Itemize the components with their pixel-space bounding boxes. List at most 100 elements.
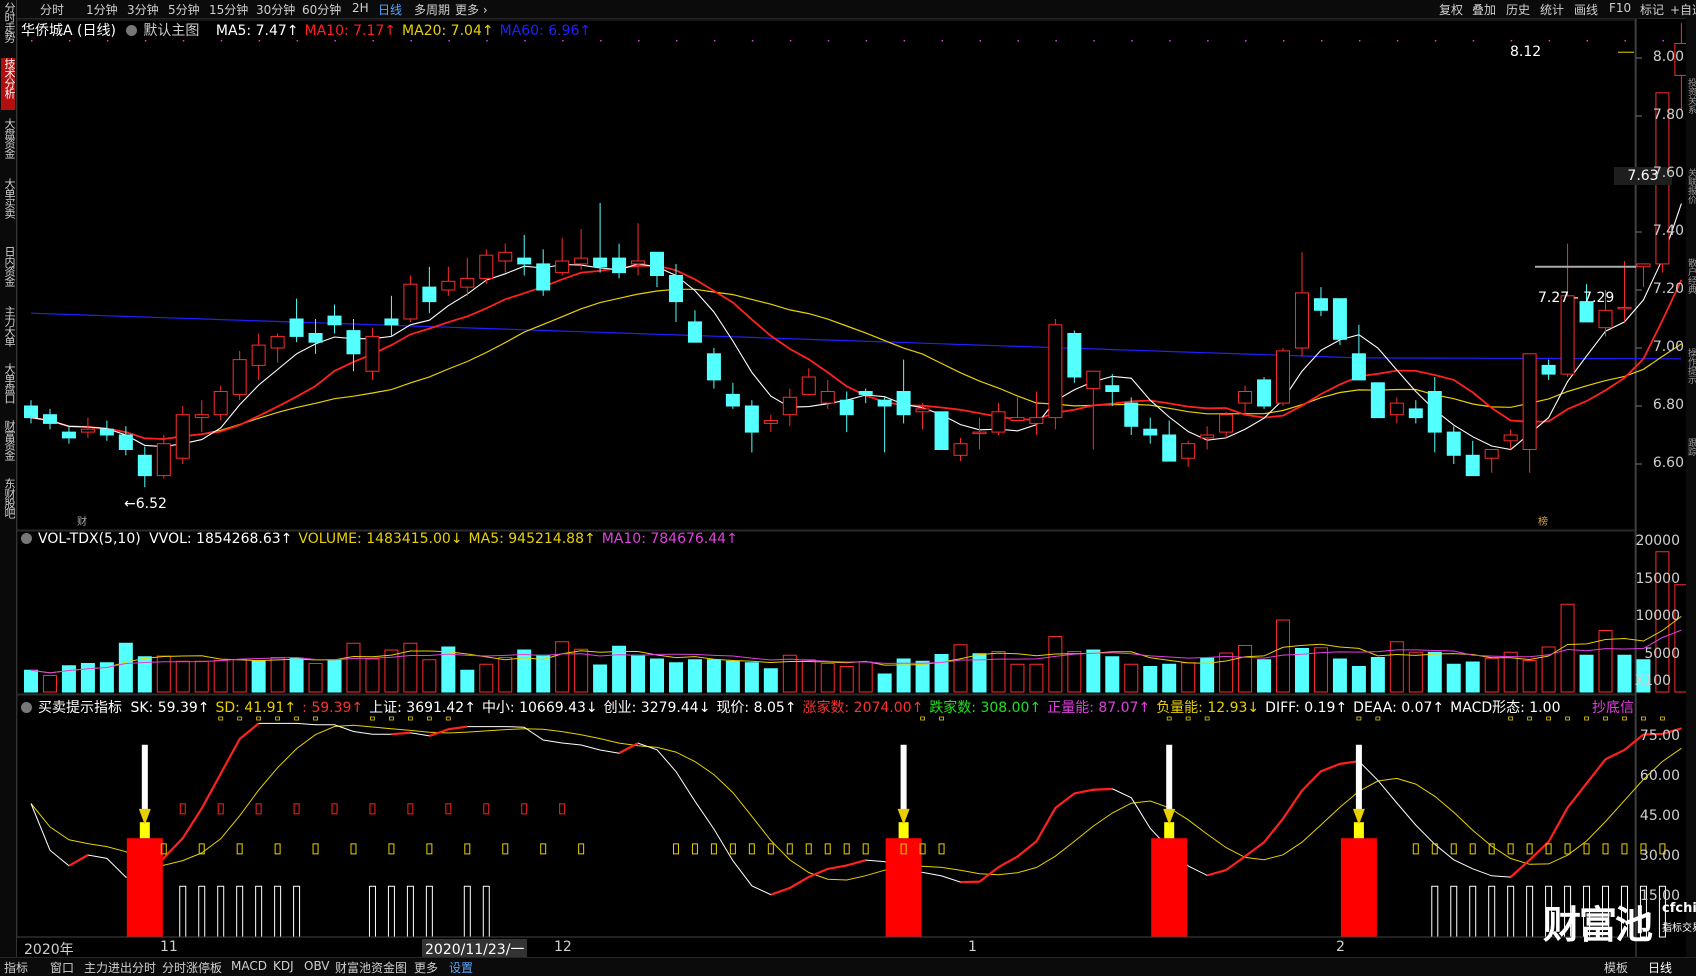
candle-body[interactable] bbox=[1618, 307, 1631, 309]
candle-body[interactable] bbox=[916, 409, 929, 412]
candle-body[interactable] bbox=[651, 252, 664, 275]
bottom-tab-1[interactable]: 窗口 bbox=[50, 959, 74, 976]
timeframe-label[interactable]: 日线 bbox=[1648, 959, 1672, 976]
candle-body[interactable] bbox=[1220, 415, 1233, 432]
candle-body[interactable] bbox=[442, 281, 455, 290]
candle-body[interactable] bbox=[138, 455, 151, 475]
candle-body[interactable] bbox=[1390, 403, 1403, 415]
bottom-tab-4[interactable]: MACD bbox=[231, 959, 267, 973]
left-tab-5[interactable]: 主力大单 bbox=[1, 306, 15, 358]
candle-body[interactable] bbox=[347, 331, 360, 354]
candle-body[interactable] bbox=[1239, 392, 1252, 404]
candle-body[interactable] bbox=[1561, 296, 1574, 374]
candle-body[interactable] bbox=[100, 429, 113, 435]
candle-body[interactable] bbox=[176, 415, 189, 459]
candle-body[interactable] bbox=[43, 415, 56, 424]
candle-body[interactable] bbox=[404, 284, 417, 319]
bottom-tab-0[interactable]: 指标 bbox=[4, 959, 28, 976]
candle-body[interactable] bbox=[935, 412, 948, 450]
bottom-tab-3[interactable]: 分时涨停板 bbox=[162, 959, 222, 976]
candle-body[interactable] bbox=[575, 258, 588, 264]
candle-body[interactable] bbox=[992, 412, 1005, 432]
candle-body[interactable] bbox=[1466, 455, 1479, 475]
candle-body[interactable] bbox=[1504, 435, 1517, 441]
period-tab-0[interactable]: 分时 bbox=[40, 1, 64, 18]
right-tab-4[interactable]: 跟踪 bbox=[1686, 438, 1696, 518]
template-button[interactable]: 模板 bbox=[1604, 959, 1628, 976]
candle-body[interactable] bbox=[821, 392, 834, 404]
right-tab-2[interactable]: 散户经典 bbox=[1686, 258, 1696, 338]
candle-body[interactable] bbox=[62, 432, 75, 438]
toolbar-btn-7[interactable]: +自选 bbox=[1670, 1, 1696, 18]
candle-body[interactable] bbox=[328, 316, 341, 325]
candle-body[interactable] bbox=[461, 278, 474, 287]
bottom-tab-7[interactable]: 财富池资金图 bbox=[335, 959, 407, 976]
period-tab-10[interactable]: 更多 › bbox=[455, 1, 488, 18]
bottom-tab-2[interactable]: 主力进出分时 bbox=[84, 959, 156, 976]
candle-body[interactable] bbox=[290, 319, 303, 336]
candle-body[interactable] bbox=[157, 444, 170, 476]
bottom-tab-8[interactable]: 更多 bbox=[414, 959, 438, 976]
candle-body[interactable] bbox=[518, 258, 531, 264]
candle-body[interactable] bbox=[840, 400, 853, 415]
candle-body[interactable] bbox=[613, 258, 626, 273]
cai-marker[interactable]: 财 bbox=[77, 513, 87, 528]
candle-body[interactable] bbox=[954, 444, 967, 456]
signal-block[interactable] bbox=[127, 838, 163, 937]
candle-body[interactable] bbox=[233, 360, 246, 395]
left-tab-6[interactable]: 大单盘口 bbox=[1, 363, 15, 415]
left-tab-1[interactable]: 技术分析 bbox=[1, 58, 15, 110]
candle-body[interactable] bbox=[271, 336, 284, 348]
bottom-tab-9[interactable]: 设置 bbox=[449, 959, 473, 976]
candle-body[interactable] bbox=[594, 258, 607, 267]
period-tab-8[interactable]: 日线 bbox=[378, 1, 402, 18]
toolbar-btn-1[interactable]: 叠加 bbox=[1472, 1, 1496, 18]
right-tab-0[interactable]: 投资关系 bbox=[1686, 78, 1696, 158]
left-tab-2[interactable]: 大盘资金 bbox=[1, 118, 15, 170]
candle-body[interactable] bbox=[1523, 354, 1536, 450]
period-tab-4[interactable]: 15分钟 bbox=[209, 1, 248, 18]
toolbar-btn-0[interactable]: 复权 bbox=[1439, 1, 1463, 18]
candle-body[interactable] bbox=[1637, 264, 1650, 267]
candle-body[interactable] bbox=[688, 322, 701, 342]
candle-body[interactable] bbox=[1333, 299, 1346, 340]
period-tab-2[interactable]: 3分钟 bbox=[127, 1, 159, 18]
candle-body[interactable] bbox=[1125, 403, 1138, 426]
period-tab-7[interactable]: 2H bbox=[352, 1, 369, 15]
candle-body[interactable] bbox=[309, 334, 322, 343]
candle-body[interactable] bbox=[537, 264, 550, 290]
candle-body[interactable] bbox=[1011, 418, 1024, 421]
candle-body[interactable] bbox=[385, 319, 398, 325]
candle-body[interactable] bbox=[764, 421, 777, 424]
candle-body[interactable] bbox=[632, 261, 645, 264]
candle-body[interactable] bbox=[1371, 383, 1384, 418]
candle-body[interactable] bbox=[1447, 432, 1460, 455]
candle-body[interactable] bbox=[897, 392, 910, 415]
candle-body[interactable] bbox=[252, 345, 265, 365]
candle-body[interactable] bbox=[1182, 444, 1195, 459]
candle-body[interactable] bbox=[745, 406, 758, 432]
toolbar-btn-5[interactable]: F10 bbox=[1609, 1, 1631, 15]
candle-body[interactable] bbox=[1295, 293, 1308, 348]
candle-body[interactable] bbox=[423, 287, 436, 302]
candle-body[interactable] bbox=[195, 415, 208, 418]
candle-body[interactable] bbox=[1068, 334, 1081, 378]
candle-body[interactable] bbox=[1277, 351, 1290, 403]
candle-body[interactable] bbox=[1201, 435, 1214, 438]
candle-body[interactable] bbox=[859, 392, 872, 395]
candle-body[interactable] bbox=[802, 377, 815, 394]
right-tab-3[interactable]: 操作提示 bbox=[1686, 348, 1696, 428]
candle-body[interactable] bbox=[726, 394, 739, 406]
candle-body[interactable] bbox=[480, 255, 493, 278]
toolbar-btn-2[interactable]: 历史 bbox=[1506, 1, 1530, 18]
toolbar-btn-4[interactable]: 画线 bbox=[1574, 1, 1598, 18]
candle-body[interactable] bbox=[707, 354, 720, 380]
candle-body[interactable] bbox=[669, 276, 682, 302]
candle-body[interactable] bbox=[81, 429, 94, 432]
candle-body[interactable] bbox=[1087, 371, 1100, 388]
candle-body[interactable] bbox=[1542, 365, 1555, 374]
candle-body[interactable] bbox=[499, 252, 512, 261]
left-tab-0[interactable]: 分时走势 bbox=[1, 2, 15, 54]
template-label[interactable]: 默认主图 bbox=[126, 23, 205, 39]
left-tab-8[interactable]: 东财股吧 bbox=[1, 478, 15, 530]
